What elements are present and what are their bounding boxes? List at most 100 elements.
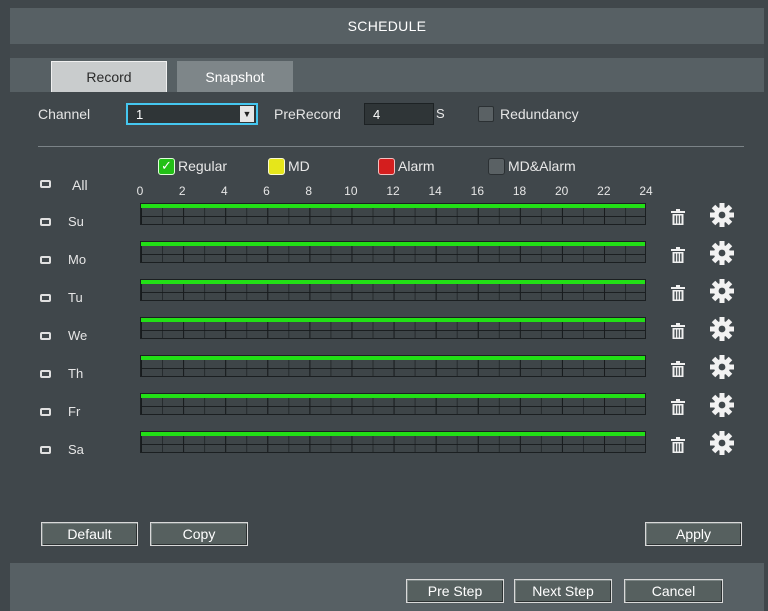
trash-icon[interactable] (671, 247, 685, 263)
prerecord-unit: S (436, 106, 445, 121)
schedule-bar[interactable] (140, 393, 646, 415)
schedule-segment (141, 432, 645, 436)
trash-icon[interactable] (671, 285, 685, 301)
legend-md[interactable]: MD (268, 157, 310, 175)
day-checkbox[interactable] (40, 256, 51, 264)
schedule-bar[interactable] (140, 241, 646, 263)
channel-label-text: Channel (38, 106, 91, 122)
alarm-swatch-icon[interactable] (378, 157, 395, 175)
checkmark-icon[interactable]: ✓ (158, 157, 175, 175)
cancel-button[interactable]: Cancel (624, 579, 723, 603)
day-checkbox[interactable] (40, 370, 51, 378)
schedule-window: SCHEDULE Record Snapshot Channel 1 ▼ Pre… (0, 0, 768, 611)
hour-tick-label: 8 (305, 184, 312, 198)
channel-select[interactable]: 1 ▼ (126, 103, 258, 125)
default-button[interactable]: Default (41, 522, 138, 546)
schedule-segment (141, 318, 645, 322)
gear-icon[interactable] (709, 354, 735, 380)
apply-button[interactable]: Apply (645, 522, 742, 546)
day-label: We (68, 328, 88, 343)
schedule-grid-minor (141, 360, 645, 376)
schedule-segment (141, 280, 645, 284)
redundancy-checkbox[interactable] (478, 106, 494, 122)
trash-icon[interactable] (671, 361, 685, 377)
day-label: Tu (68, 290, 83, 305)
hour-tick-label: 2 (178, 184, 186, 198)
day-label: Sa (68, 442, 84, 457)
md-swatch-icon[interactable] (268, 157, 285, 175)
legend-regular[interactable]: ✓ Regular (158, 157, 227, 175)
legend-md-alarm-label: MD&Alarm (508, 158, 576, 174)
day-checkbox[interactable] (40, 408, 51, 416)
trash-icon[interactable] (671, 209, 685, 225)
schedule-grid-minor (141, 208, 645, 224)
day-label: Th (68, 366, 84, 381)
pre-step-button[interactable]: Pre Step (406, 579, 504, 603)
prerecord-input[interactable]: 4 (364, 103, 434, 125)
hour-tick-label: 22 (597, 184, 611, 198)
schedule-segment (141, 204, 645, 208)
legend-md-alarm[interactable]: MD&Alarm (488, 157, 576, 175)
day-checkbox[interactable] (40, 218, 51, 226)
tab-record[interactable]: Record (51, 61, 167, 92)
day-checkbox[interactable] (40, 294, 51, 302)
day-label: Mo (68, 252, 87, 267)
gear-icon[interactable] (709, 278, 735, 304)
schedule-grid-minor (141, 284, 645, 300)
hour-tick-label: 16 (470, 184, 485, 198)
schedule-grid-minor (141, 246, 645, 262)
legend-regular-label: Regular (178, 158, 228, 174)
tab-bar: Record Snapshot (10, 58, 764, 92)
redundancy-label: Redundancy (500, 103, 579, 125)
prerecord-label-text: PreRecord (274, 106, 341, 122)
trash-icon[interactable] (671, 437, 685, 453)
schedule-grid-minor (141, 436, 645, 452)
schedule-grid-minor (141, 322, 645, 338)
hour-tick-label: 12 (386, 184, 400, 198)
hour-tick-label: 14 (428, 184, 442, 198)
hour-tick-label: 6 (263, 184, 270, 198)
gear-icon[interactable] (709, 316, 735, 342)
redundancy-label-text: Redundancy (500, 106, 579, 122)
prerecord-label: PreRecord (274, 103, 341, 125)
chevron-down-icon[interactable]: ▼ (240, 106, 254, 122)
schedule-bar[interactable] (140, 279, 646, 301)
tab-snapshot[interactable]: Snapshot (177, 61, 293, 92)
trash-icon[interactable] (671, 323, 685, 339)
gear-icon[interactable] (709, 240, 735, 266)
schedule-bar[interactable] (140, 355, 646, 377)
legend-md-label: MD (288, 158, 310, 174)
channel-value: 1 (136, 106, 144, 122)
legend-alarm[interactable]: Alarm (378, 157, 435, 175)
day-checkbox[interactable] (40, 446, 51, 454)
divider (38, 146, 744, 147)
trash-icon[interactable] (671, 399, 685, 415)
hour-tick-label: 10 (344, 184, 358, 198)
gear-icon[interactable] (709, 430, 735, 456)
all-checkbox[interactable] (40, 180, 51, 188)
schedule-bar[interactable] (140, 203, 646, 225)
schedule-segment (141, 242, 645, 246)
next-step-button[interactable]: Next Step (514, 579, 612, 603)
all-label: All (72, 177, 88, 193)
md-alarm-swatch-icon[interactable] (488, 157, 505, 175)
hour-tick-label: 24 (639, 184, 653, 198)
legend-alarm-label: Alarm (398, 158, 435, 174)
window-title: SCHEDULE (10, 8, 764, 45)
schedule-grid-minor (141, 398, 645, 414)
hour-tick-label: 20 (554, 184, 569, 198)
day-checkbox[interactable] (40, 332, 51, 340)
hour-tick-label: 4 (220, 184, 228, 198)
schedule-bar[interactable] (140, 317, 646, 339)
schedule-segment (141, 356, 645, 360)
hour-tick-label: 18 (512, 184, 527, 198)
gear-icon[interactable] (709, 202, 735, 228)
day-label: Su (68, 214, 84, 229)
copy-button[interactable]: Copy (150, 522, 248, 546)
day-label: Fr (68, 404, 81, 419)
channel-label: Channel (38, 103, 90, 125)
gear-icon[interactable] (709, 392, 735, 418)
schedule-segment (141, 394, 645, 398)
schedule-bar[interactable] (140, 431, 646, 453)
hour-tick-label: 0 (136, 184, 144, 198)
